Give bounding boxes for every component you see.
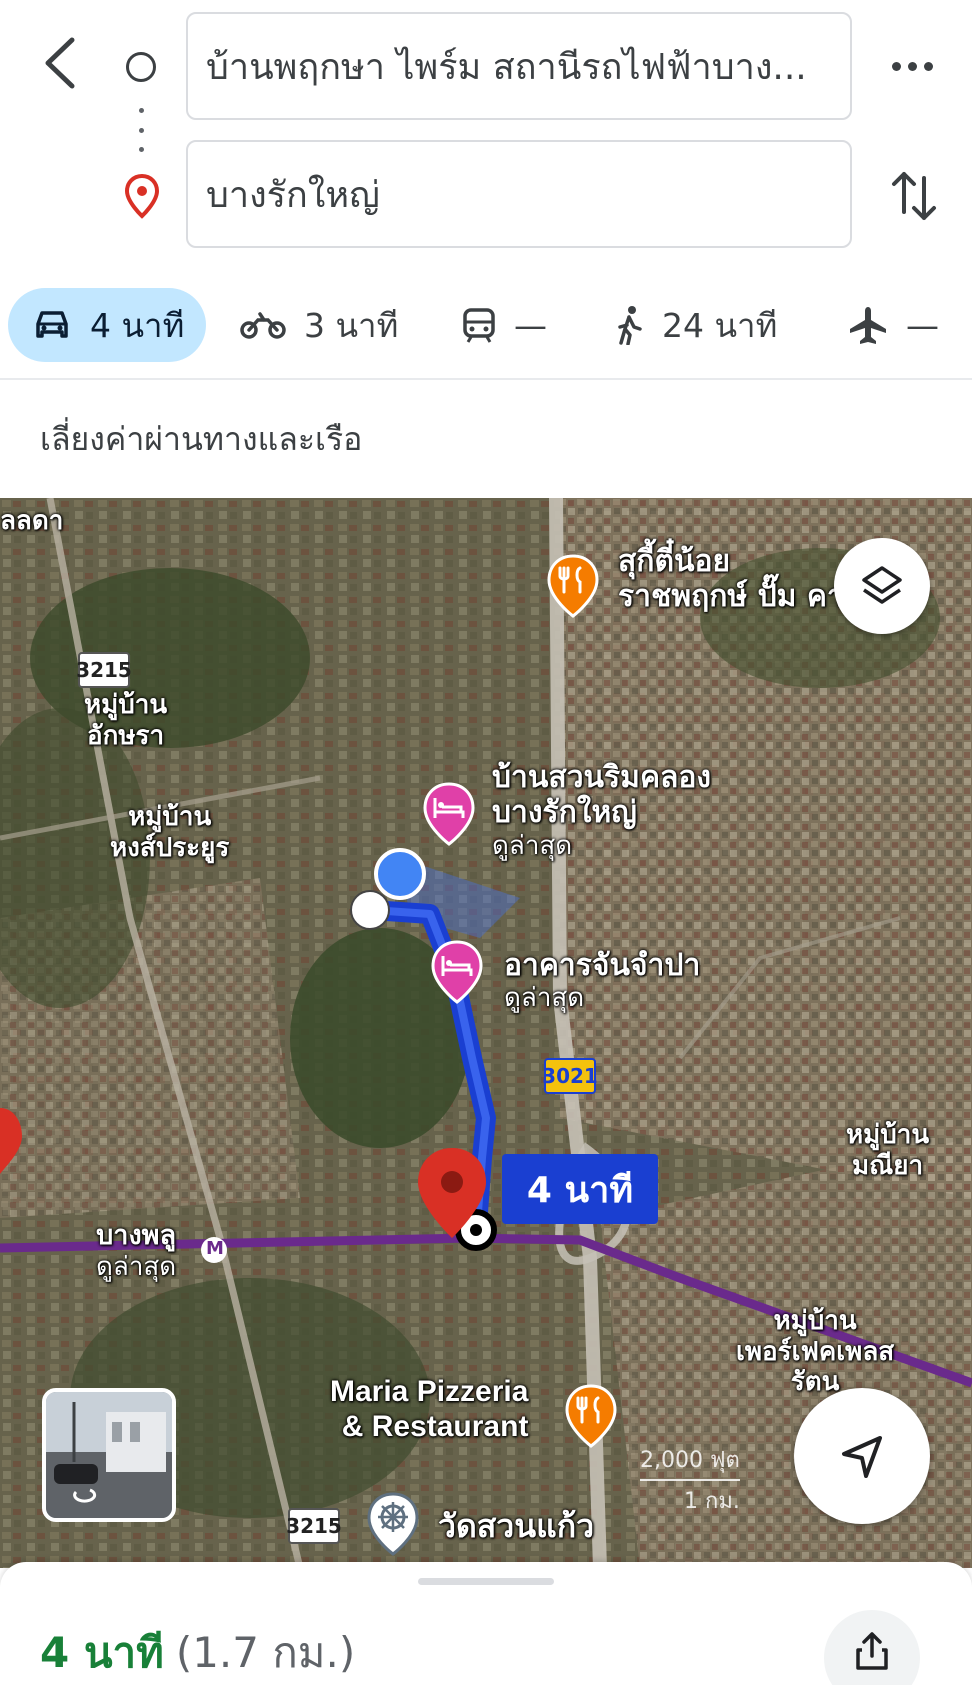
layers-button[interactable]	[834, 538, 930, 634]
map-label-bangphlu-sub: ดูล่าสุด	[96, 1251, 177, 1282]
swap-vertical-icon[interactable]	[884, 164, 944, 228]
airplane-icon	[850, 307, 886, 344]
layers-icon	[862, 566, 902, 604]
food-poi-icon-suki[interactable]	[546, 554, 600, 618]
map-label-bansuan: บ้านสวนริมคลอง บางรักใหญ่ ดูล่าสุด	[492, 760, 711, 861]
temple-poi-icon-wat[interactable]	[366, 1492, 420, 1556]
tab-motorcycle[interactable]: 3 นาที	[240, 288, 398, 362]
route-connector-dots	[137, 108, 145, 152]
food-poi-icon-maria[interactable]	[564, 1384, 618, 1448]
map-label-akarn-sub: ดูล่าสุด	[504, 983, 585, 1014]
map-label-lalada: ลลดา	[0, 506, 64, 536]
map-label-village-maneeya: หมู่บ้าน มณียา	[846, 1120, 930, 1181]
navigation-arrow-icon	[842, 1436, 882, 1478]
map-label-village-perfect: หมู่บ้าน เพอร์เฟคเพลส รัตน	[736, 1306, 895, 1398]
road-shield-3021: 3021	[542, 1058, 598, 1094]
walking-icon	[618, 306, 642, 345]
route-duration: 4 นาที	[40, 1628, 164, 1677]
tab-transit-label: —	[514, 305, 547, 345]
map-label-bansuan-sub: ดูล่าสุด	[492, 830, 573, 861]
map-scale-km: 1 กม.	[684, 1489, 740, 1514]
map-label-maria: Maria Pizzeria & Restaurant	[330, 1375, 529, 1444]
tab-car[interactable]: 4 นาที	[8, 288, 206, 362]
tab-car-label: 4 นาที	[90, 305, 185, 345]
destination-field[interactable]: บางรักใหญ่	[186, 140, 852, 248]
map-label-akarn-title: อาคารจันจำปา	[504, 948, 701, 983]
tab-flight-label: —	[906, 305, 939, 345]
arrow-back-icon	[45, 37, 75, 89]
route-summary-sheet[interactable]: 4 นาที (1.7 กม.)	[0, 1562, 972, 1685]
tab-flight[interactable]: —	[848, 288, 939, 362]
map-label-village-hongsaprayoon: หมู่บ้าน หงส์ประยูร	[110, 802, 230, 863]
map-scale-ft: 2,000 ฟุต	[640, 1442, 740, 1481]
street-view-thumbnail[interactable]	[42, 1388, 176, 1522]
road-shield-3215-top: 3215	[76, 652, 132, 688]
map-label-bangphlu-title: บางพลู	[96, 1220, 176, 1251]
map-label-wat: วัดสวนแก้ว	[438, 1507, 595, 1545]
map-label-bansuan-title: บ้านสวนริมคลอง บางรักใหญ่	[492, 760, 712, 831]
tab-transit[interactable]: —	[462, 288, 547, 362]
tab-walk-label: 24 นาที	[662, 305, 778, 345]
route-time-badge[interactable]: 4 นาที	[502, 1154, 658, 1224]
header-divider	[0, 378, 972, 380]
share-icon	[856, 1632, 888, 1670]
hotel-poi-icon-akarn[interactable]	[430, 940, 484, 1004]
road-shield-3215-bottom: 3215	[286, 1508, 342, 1544]
route-summary: 4 นาที (1.7 กม.)	[40, 1620, 355, 1685]
directions-header: บ้านพฤกษา ไพร์ม สถานีรถไฟฟ้าบาง... บางรั…	[0, 0, 972, 380]
sheet-drag-handle[interactable]	[418, 1578, 554, 1585]
street-view-image	[46, 1392, 172, 1518]
start-navigation-button[interactable]	[794, 1388, 930, 1524]
car-icon	[36, 311, 68, 338]
red-pin-icon	[124, 173, 160, 219]
map-label-bangphlu: บางพลู ดูล่าสุด	[96, 1220, 176, 1283]
tab-motorcycle-label: 3 นาที	[304, 305, 399, 345]
map-label-village-aksara: หมู่บ้าน อักษรา	[84, 690, 168, 751]
train-icon	[463, 308, 495, 343]
travel-mode-tabs: 4 นาที 3 นาที — 24 นาที —	[0, 288, 972, 362]
map-view[interactable]: M ลลดา 3215 3215 3021 หมู่บ้าน อักษรา หม…	[0, 498, 972, 1568]
origin-field[interactable]: บ้านพฤกษา ไพร์ม สถานีรถไฟฟ้าบาง...	[186, 12, 852, 120]
back-button[interactable]	[30, 28, 90, 98]
map-scale: 2,000 ฟุต 1 กม.	[640, 1442, 740, 1518]
hotel-poi-icon-bansuan[interactable]	[422, 782, 476, 846]
circle-origin-icon	[126, 52, 156, 82]
map-label-akarn: อาคารจันจำปา ดูล่าสุด	[504, 948, 700, 1014]
metro-marker-label: M	[206, 1238, 224, 1259]
route-distance: (1.7 กม.)	[175, 1628, 356, 1677]
more-options-button[interactable]	[880, 48, 944, 84]
tab-walk[interactable]: 24 นาที	[616, 288, 777, 362]
avoid-tolls-option[interactable]: เลี่ยงค่าผ่านทางและเรือ	[40, 414, 362, 465]
motorcycle-icon	[240, 312, 286, 339]
share-button[interactable]	[824, 1610, 920, 1685]
